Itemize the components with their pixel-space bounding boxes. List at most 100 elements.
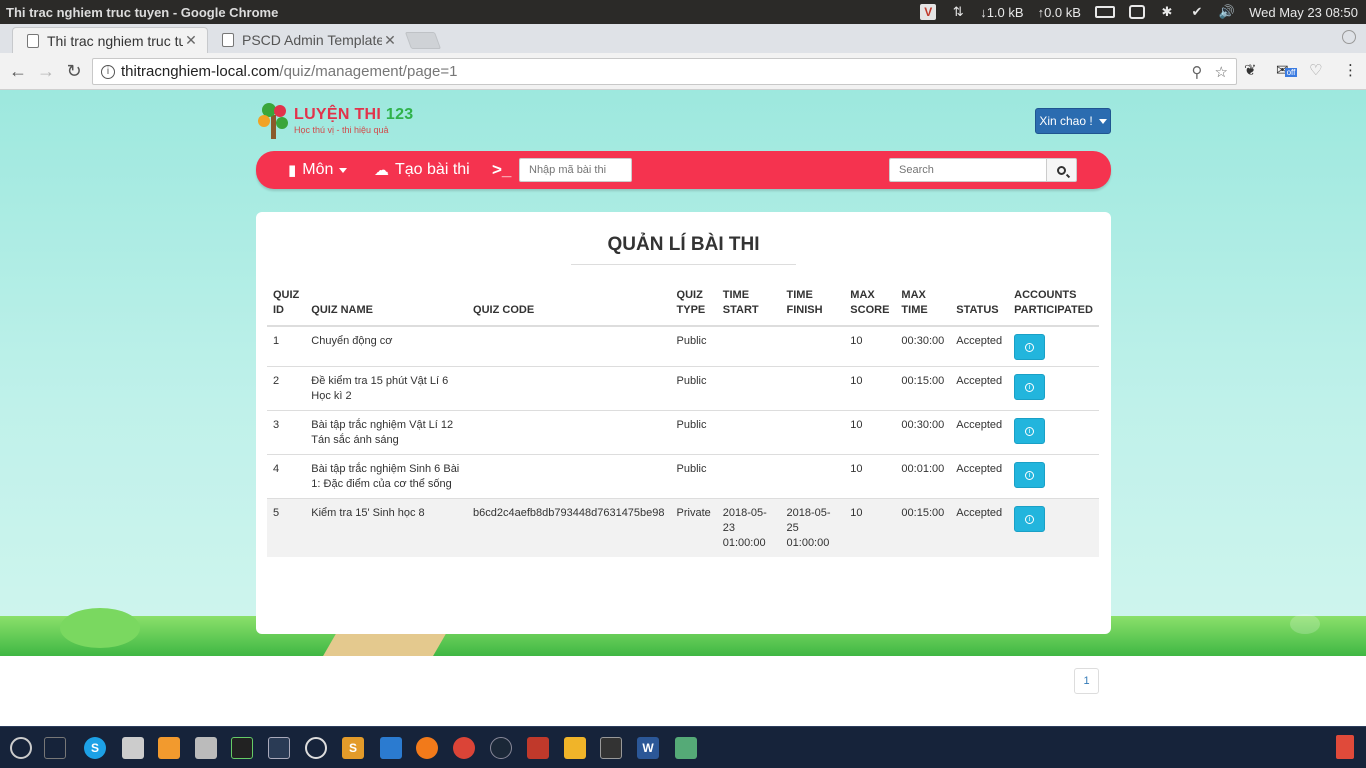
info-icon: i [1025,514,1035,524]
quiz-type: Private [670,498,717,557]
firefox-icon[interactable] [416,737,438,759]
logo-number: 123 [385,105,414,123]
clock[interactable]: Wed May 23 08:50 [1249,4,1358,20]
trash-icon[interactable] [1336,735,1354,759]
back-button[interactable]: ← [4,57,32,85]
forward-button[interactable]: → [32,57,60,85]
table-row: 5 Kiểm tra 15' Sinh học 8 b6cd2c4aefb8db… [267,498,1099,557]
quiz-code [467,454,671,499]
address-bar[interactable]: i thitracnghiem-local.com /quiz/manageme… [92,58,1237,85]
display-icon[interactable] [1128,4,1145,20]
bluetooth-icon[interactable]: ✱ [1159,4,1175,20]
quiz-code-input[interactable] [519,158,632,182]
oscilloscope-icon[interactable] [268,737,290,759]
bookmark-star-icon[interactable]: ☆ [1215,63,1228,81]
workspaces-icon[interactable] [44,737,66,759]
accounts-participated-button[interactable]: i [1014,506,1046,532]
user-menu-button[interactable]: Xin chao ! [1035,108,1111,134]
quiz-type: Public [670,325,717,367]
terminal-app-icon[interactable] [600,737,622,759]
time-start [716,410,781,455]
accounts-cell: i [1008,366,1099,411]
quiz-id: 4 [267,454,306,499]
accounts-participated-button[interactable]: i [1014,374,1046,400]
quiz-name: Bài tập trắc nghiệm Vật Lí 12 Tán sắc án… [305,410,468,455]
column-header[interactable]: TIME START [716,284,781,327]
tab-pscd-admin[interactable]: PSCD Admin Template ✕ [210,27,406,53]
files-icon[interactable] [122,737,144,759]
column-header[interactable]: STATUS [950,284,1009,327]
book-icon: ▮ [288,162,297,179]
accounts-participated-button[interactable]: i [1014,462,1046,488]
pagination-page-1[interactable]: 1 [1074,668,1099,694]
column-header[interactable]: MAX SCORE [844,284,896,327]
new-tab-button[interactable] [404,32,442,49]
scanner-icon[interactable] [195,737,217,759]
skype-icon[interactable]: S [84,737,106,759]
url-path: /quiz/management/page=1 [279,63,458,80]
max-score: 10 [844,366,896,411]
vivaldi-indicator-icon[interactable]: V [920,4,937,20]
column-header[interactable]: ACCOUNTS PARTICIPATED [1008,284,1099,327]
word-icon[interactable]: W [637,737,659,759]
dirt-path-decoration [323,632,447,656]
time-start [716,325,781,367]
site-info-icon[interactable]: i [101,64,115,79]
column-header[interactable]: QUIZ ID [267,284,306,327]
extension-badge: off [1284,68,1298,77]
chrome-icon[interactable] [453,737,475,759]
vscode-icon[interactable] [380,737,402,759]
column-header[interactable]: QUIZ CODE [467,284,671,327]
close-tab-icon[interactable]: ✕ [382,32,398,49]
sublime-text-icon[interactable]: S [342,737,364,759]
reload-button[interactable]: ↻ [60,57,88,85]
search-input[interactable] [889,158,1047,182]
system-monitor-icon[interactable] [231,737,253,759]
dash-icon[interactable] [10,737,32,759]
chevron-down-icon [1098,118,1107,124]
quiz-type: Public [670,454,717,499]
chevron-down-icon [339,167,348,173]
extension-pocket-icon[interactable]: ♡ [1309,61,1322,79]
column-header[interactable]: QUIZ TYPE [670,284,717,327]
browser-toolbar: ← → ↻ i thitracnghiem-local.com /quiz/ma… [0,53,1366,90]
close-tab-icon[interactable]: ✕ [183,32,199,49]
column-header[interactable]: TIME FINISH [780,284,845,327]
time-finish [780,454,845,499]
terminal-icon[interactable]: >_ [492,151,511,189]
chrome-menu-icon[interactable]: ⋮ [1343,61,1358,79]
max-time: 00:15:00 [895,366,951,411]
keyboard-icon[interactable] [1094,4,1115,20]
logo-tagline: Học thú vị - thi hiệu quả [294,124,389,135]
tab-quiz-site[interactable]: Thi trac nghiem truc tuyen ✕ [12,27,208,53]
filezilla-icon[interactable] [527,737,549,759]
volume-icon[interactable]: 🔊 [1219,4,1235,20]
clipboard-icon[interactable]: ✔ [1189,4,1205,20]
quiz-type: Public [670,366,717,411]
net-up-speed: ↑0.0 kB [1037,4,1081,20]
steam-icon[interactable] [490,737,512,759]
site-logo[interactable]: LUYỆN THI 123 Học thú vị - thi hiệu quả [256,101,414,139]
teamviewer-icon[interactable] [305,737,327,759]
virtualbox-icon[interactable] [564,737,586,759]
create-quiz-link[interactable]: ☁ Tạo bài thi [374,151,470,189]
info-icon: i [1025,426,1035,436]
subject-menu[interactable]: ▮ Môn [288,151,348,189]
accounts-participated-button[interactable]: i [1014,334,1046,360]
search-button[interactable] [1046,158,1077,182]
pdf-editor-icon[interactable] [158,737,180,759]
column-header[interactable]: MAX TIME [895,284,951,327]
accounts-participated-button[interactable]: i [1014,418,1046,444]
network-arrows-icon[interactable]: ⇅ [950,4,966,20]
image-viewer-icon[interactable] [675,737,697,759]
web-page: LUYỆN THI 123 Học thú vị - thi hiệu quả … [0,90,1366,726]
zoom-icon[interactable]: ⚲ [1192,63,1203,81]
accounts-cell: i [1008,325,1099,367]
extension-gnome-icon[interactable]: ❦ [1244,61,1257,79]
table-row: 2 Đề kiểm tra 15 phút Vật Lí 6 Học kì 2 … [267,366,1099,411]
column-header[interactable]: QUIZ NAME [305,284,468,327]
max-score: 10 [844,454,896,499]
url-host: thitracnghiem-local.com [121,63,280,80]
profile-icon[interactable] [1342,30,1356,44]
extension-mail-icon[interactable]: ✉off [1276,61,1298,79]
